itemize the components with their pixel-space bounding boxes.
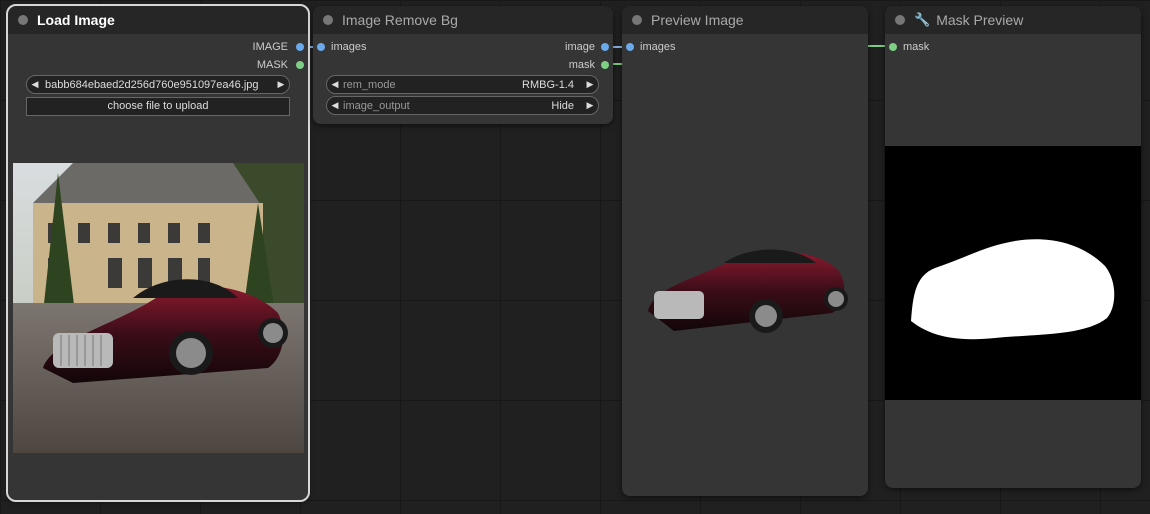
preview-image-header[interactable]: Preview Image: [622, 6, 868, 34]
collapse-dot-icon[interactable]: [18, 15, 28, 25]
image-output-widget[interactable]: ◀ image_output Hide ▶: [326, 96, 599, 115]
output-image-slot[interactable]: image: [565, 40, 609, 54]
image-combo-widget[interactable]: ◀ babb684ebaed2d256d760e951097ea46.jpg ▶: [26, 75, 290, 94]
load-image-node[interactable]: Load Image IMAGE MASK ◀ babb684ebaed2d25…: [6, 4, 310, 502]
choose-file-button[interactable]: choose file to upload: [26, 97, 290, 116]
mask-result-image: [885, 146, 1141, 400]
output-image-slot[interactable]: IMAGE: [253, 40, 304, 54]
left-arrow-icon[interactable]: ◀: [327, 79, 343, 90]
input-images-slot[interactable]: images: [317, 40, 366, 54]
collapse-dot-icon[interactable]: [323, 15, 333, 25]
input-mask-dot-icon[interactable]: [889, 43, 897, 51]
output-mask-slot[interactable]: mask: [569, 58, 609, 72]
preview-result-image: [644, 241, 850, 341]
left-arrow-icon[interactable]: ◀: [27, 79, 43, 90]
remove-bg-node[interactable]: Image Remove Bg images image mask ◀ rem_…: [313, 6, 613, 124]
output-mask-dot-icon[interactable]: [296, 61, 304, 69]
output-mask-dot-icon[interactable]: [601, 61, 609, 69]
collapse-dot-icon[interactable]: [632, 15, 642, 25]
output-image-dot-icon[interactable]: [601, 43, 609, 51]
node-title: Preview Image: [651, 12, 744, 28]
mask-preview-header[interactable]: 🔧 Mask Preview: [885, 6, 1141, 34]
rem-mode-widget[interactable]: ◀ rem_mode RMBG-1.4 ▶: [326, 75, 599, 94]
loaded-image-preview: [13, 163, 304, 453]
input-images-slot[interactable]: images: [626, 40, 675, 54]
load-image-header[interactable]: Load Image: [8, 6, 308, 34]
input-images-dot-icon[interactable]: [626, 43, 634, 51]
right-arrow-icon[interactable]: ▶: [273, 79, 289, 90]
input-images-dot-icon[interactable]: [317, 43, 325, 51]
mask-preview-node[interactable]: 🔧 Mask Preview mask: [885, 6, 1141, 488]
output-mask-slot[interactable]: MASK: [257, 58, 304, 72]
output-image-dot-icon[interactable]: [296, 43, 304, 51]
right-arrow-icon[interactable]: ▶: [582, 100, 598, 111]
remove-bg-header[interactable]: Image Remove Bg: [313, 6, 613, 34]
node-title: Image Remove Bg: [342, 12, 458, 28]
collapse-dot-icon[interactable]: [895, 15, 905, 25]
preview-image-node[interactable]: Preview Image images: [622, 6, 868, 496]
input-mask-slot[interactable]: mask: [889, 40, 929, 54]
right-arrow-icon[interactable]: ▶: [582, 79, 598, 90]
node-title: Load Image: [37, 12, 115, 28]
wrench-icon: 🔧: [914, 12, 931, 27]
node-title: Mask Preview: [936, 12, 1024, 28]
left-arrow-icon[interactable]: ◀: [327, 100, 343, 111]
